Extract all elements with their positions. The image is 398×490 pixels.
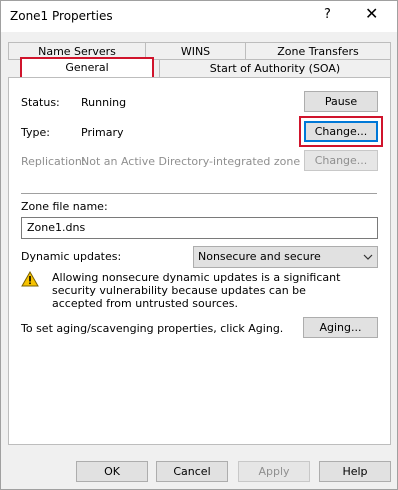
replication-label: Replication:	[21, 155, 86, 168]
change-replication-button[interactable]: Change...	[304, 150, 378, 171]
security-warning-text: Allowing nonsecure dynamic updates is a …	[52, 271, 341, 310]
section-divider	[21, 193, 377, 194]
aging-instruction-text: To set aging/scavenging properties, clic…	[21, 322, 284, 335]
zone-file-input[interactable]: Zone1.dns	[21, 217, 378, 239]
type-value: Primary	[81, 126, 124, 139]
zone-file-label: Zone file name:	[21, 200, 108, 213]
change-type-button[interactable]: Change...	[304, 121, 378, 142]
dynamic-updates-label: Dynamic updates:	[21, 250, 122, 263]
status-value: Running	[81, 96, 127, 109]
aging-button[interactable]: Aging...	[303, 317, 378, 338]
tab-general[interactable]: General	[20, 57, 154, 79]
warning-icon	[21, 270, 39, 290]
tab-wins[interactable]: WINS	[145, 42, 246, 60]
title-bar: Zone1 Properties ? ✕	[1, 1, 397, 32]
tab-start-of-authority[interactable]: Start of Authority (SOA)	[159, 59, 391, 78]
help-button[interactable]: Help	[319, 461, 391, 482]
tab-zone-transfers[interactable]: Zone Transfers	[245, 42, 391, 60]
help-icon[interactable]: ?	[324, 7, 331, 22]
chevron-down-icon	[363, 247, 373, 275]
properties-dialog: Zone1 Properties ? ✕ Name Servers WINS Z…	[0, 0, 398, 490]
apply-button[interactable]: Apply	[238, 461, 310, 482]
type-label: Type:	[21, 126, 50, 139]
dynamic-updates-select[interactable]: Nonsecure and secure	[193, 246, 378, 268]
status-label: Status:	[21, 96, 60, 109]
cancel-button[interactable]: Cancel	[156, 461, 228, 482]
replication-value: Not an Active Directory-integrated zone	[81, 155, 301, 168]
dynamic-updates-value: Nonsecure and secure	[198, 250, 321, 263]
window-title: Zone1 Properties	[10, 9, 113, 23]
ok-button[interactable]: OK	[76, 461, 148, 482]
pause-button[interactable]: Pause	[304, 91, 378, 112]
close-icon[interactable]: ✕	[365, 4, 378, 23]
